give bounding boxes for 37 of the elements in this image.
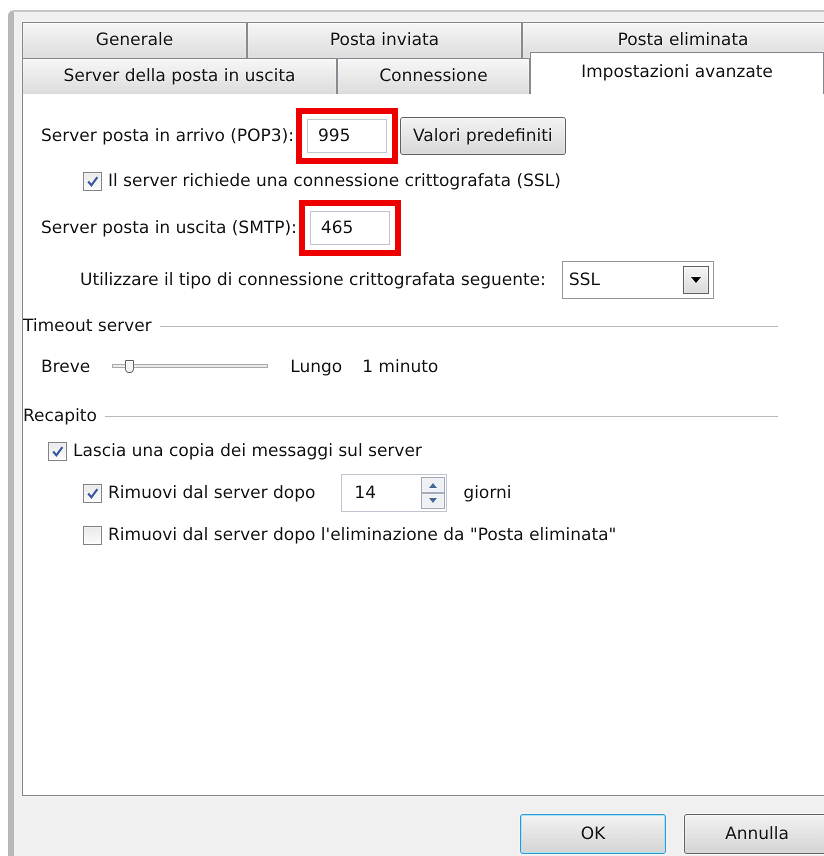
tab[interactable]: Impostazioni avanzate (530, 52, 824, 94)
unit-label: giorni (463, 483, 512, 503)
tab[interactable]: Generale (22, 22, 247, 58)
days-spinner[interactable]: 14 (341, 474, 448, 512)
checkbox-label: Rimuovi dal server dopo l'eliminazione da "Posta eliminata" (108, 525, 616, 545)
checkbox[interactable] (83, 526, 102, 544)
checkbox-label: Lascia una copia dei messaggi sul server (73, 441, 422, 461)
group-title: Recapito (23, 406, 97, 426)
checkbox-label: Il server richiede una connessione crittografata (SSL) (108, 171, 561, 191)
slider-max-label: Lungo (290, 357, 342, 377)
checkmark-icon (51, 444, 64, 458)
spinner-arrows-icon[interactable] (421, 477, 446, 509)
slider-reading: 1 minuto (362, 357, 438, 377)
checkbox-label: Rimuovi dal server dopo (108, 483, 316, 503)
tab[interactable]: Connessione (337, 58, 530, 94)
field-label: Server posta in uscita (SMTP): (41, 218, 297, 238)
spinner-value: 14 (354, 483, 376, 503)
checkbox[interactable] (48, 442, 67, 460)
tab[interactable]: Server della posta in uscita (22, 58, 337, 94)
slider-min-label: Breve (41, 357, 90, 377)
encryption-dropdown[interactable]: SSL (562, 261, 714, 299)
port-field[interactable]: 995 (306, 119, 387, 153)
checkmark-icon (86, 174, 99, 188)
dropdown-value: SSL (568, 270, 600, 290)
checkbox[interactable] (83, 484, 102, 502)
defaults-button[interactable]: Valori predefiniti (400, 117, 566, 155)
port-field[interactable]: 465 (310, 211, 390, 245)
checkbox[interactable] (83, 172, 102, 190)
dropdown-label: Utilizzare il tipo di connessione crittografata seguente: (80, 270, 546, 290)
slider-thumb[interactable] (124, 360, 134, 373)
field-label: Server posta in arrivo (POP3): (41, 126, 294, 146)
tab[interactable]: Posta inviata (247, 22, 522, 58)
dialog-button[interactable]: Annulla (684, 814, 824, 854)
checkmark-icon (86, 486, 99, 500)
dialog-button[interactable]: OK (520, 814, 666, 854)
timeout-slider[interactable] (112, 359, 268, 375)
group-title: Timeout server (23, 316, 152, 336)
